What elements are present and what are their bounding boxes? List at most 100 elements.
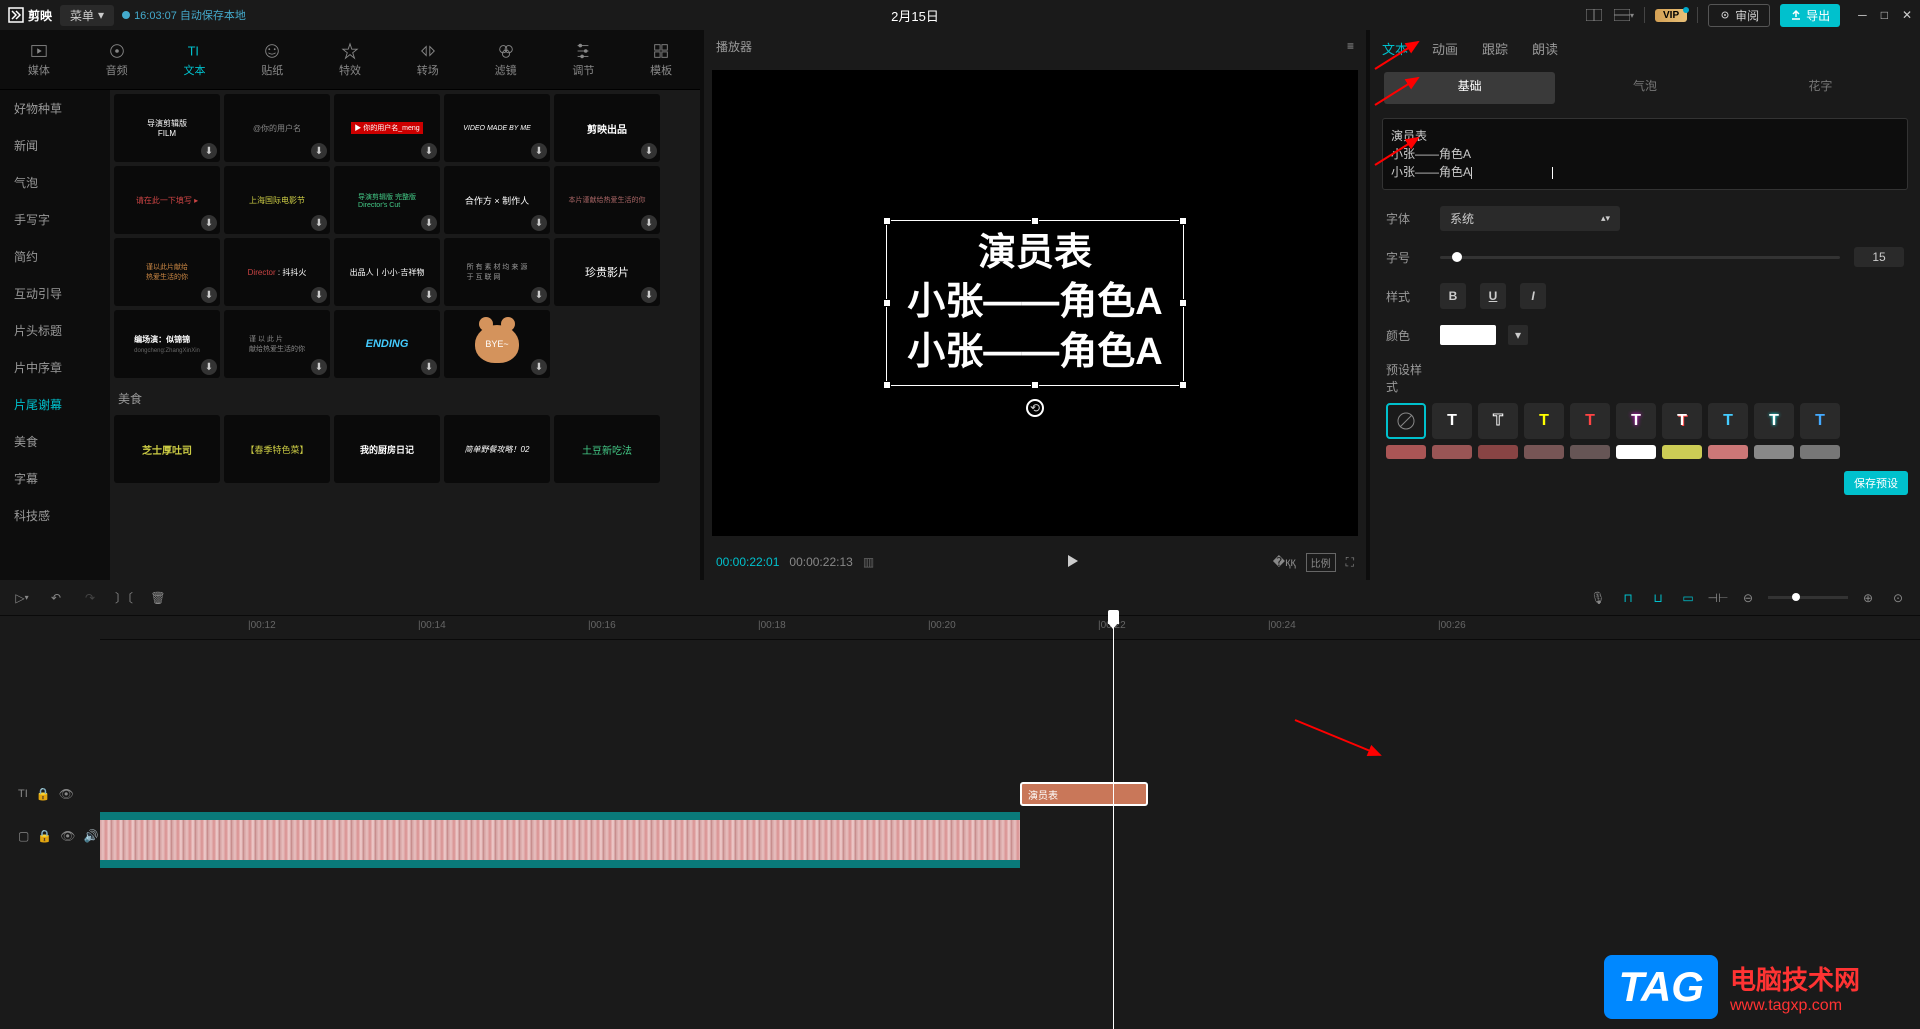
text-selection-box[interactable]: 演员表 小张——角色A 小张——角色A ⟲ <box>886 220 1183 386</box>
pointer-tool[interactable]: ▷▾ <box>12 588 32 608</box>
sidebar-item[interactable]: 新闻 <box>0 127 110 164</box>
fullscreen-icon[interactable]: ⛶ <box>1346 555 1354 570</box>
minimize-icon[interactable]: ─ <box>1858 8 1867 22</box>
template-thumb[interactable]: 本片谨献给热爱生活的你⬇ <box>554 166 660 234</box>
sidebar-item[interactable]: 简约 <box>0 238 110 275</box>
tab-adjust[interactable]: 调节 <box>544 30 622 89</box>
template-thumb[interactable]: BYE~⬇ <box>444 310 550 378</box>
template-thumb[interactable]: Director : 抖抖火⬇ <box>224 238 330 306</box>
lock-icon[interactable]: 🔒 <box>36 787 51 801</box>
template-thumb[interactable]: 【春季特色菜】 <box>224 415 330 483</box>
template-thumb[interactable]: 剪映出品⬇ <box>554 94 660 162</box>
sidebar-item[interactable]: 美食 <box>0 423 110 460</box>
sidebar-item[interactable]: 片尾谢幕 <box>0 386 110 423</box>
delete-tool[interactable]: 🗑 <box>148 588 168 608</box>
subtab-fancy[interactable]: 花字 <box>1735 72 1906 104</box>
preview-icon[interactable]: ▭ <box>1678 588 1698 608</box>
download-icon[interactable]: ⬇ <box>531 143 547 159</box>
template-thumb[interactable]: 谨 以 此 片献给热爱生活的你⬇ <box>224 310 330 378</box>
tab-effect[interactable]: 特效 <box>311 30 389 89</box>
player-menu-icon[interactable]: ≡ <box>1347 39 1354 53</box>
zoom-slider[interactable] <box>1768 596 1848 599</box>
tab-template[interactable]: 模板 <box>622 30 700 89</box>
preset-bg[interactable] <box>1754 445 1794 459</box>
split-tool[interactable]: 〕〔 <box>114 588 134 608</box>
download-icon[interactable]: ⬇ <box>201 215 217 231</box>
template-thumb[interactable]: 谨以此片献给热爱生活的你⬇ <box>114 238 220 306</box>
download-icon[interactable]: ⬇ <box>641 143 657 159</box>
font-select[interactable]: 系统 ▴▾ <box>1440 206 1620 231</box>
sidebar-item[interactable]: 片头标题 <box>0 312 110 349</box>
subtab-basic[interactable]: 基础 <box>1384 72 1555 104</box>
download-icon[interactable]: ⬇ <box>201 143 217 159</box>
preset-bg[interactable] <box>1708 445 1748 459</box>
preset-style[interactable]: T <box>1800 403 1840 439</box>
template-thumb[interactable]: 请在此一下填写 ▸⬇ <box>114 166 220 234</box>
size-input[interactable]: 15 <box>1854 247 1904 267</box>
tab-sticker[interactable]: 贴纸 <box>233 30 311 89</box>
download-icon[interactable]: ⬇ <box>531 215 547 231</box>
download-icon[interactable]: ⬇ <box>201 359 217 375</box>
sidebar-item[interactable]: 气泡 <box>0 164 110 201</box>
preset-style[interactable]: T <box>1432 403 1472 439</box>
preset-none[interactable] <box>1386 403 1426 439</box>
tab-text[interactable]: TI文本 <box>156 30 234 89</box>
tab-read[interactable]: 朗读 <box>1532 31 1558 66</box>
preset-bg[interactable] <box>1662 445 1702 459</box>
preset-style[interactable]: T <box>1524 403 1564 439</box>
playhead[interactable] <box>1113 616 1114 1029</box>
preset-style[interactable]: T <box>1478 403 1518 439</box>
template-thumb[interactable]: 我的厨房日记 <box>334 415 440 483</box>
template-thumb[interactable]: 珍贵影片⬇ <box>554 238 660 306</box>
preset-style[interactable]: T <box>1754 403 1794 439</box>
template-thumb[interactable]: VIDEO MADE BY ME⬇ <box>444 94 550 162</box>
template-thumb[interactable]: 上海国际电影节⬇ <box>224 166 330 234</box>
tab-tracking[interactable]: 跟踪 <box>1482 31 1508 66</box>
preset-style[interactable]: T <box>1708 403 1748 439</box>
download-icon[interactable]: ⬇ <box>531 359 547 375</box>
preset-bg[interactable] <box>1478 445 1518 459</box>
menu-button[interactable]: 菜单 ▾ <box>60 5 114 26</box>
template-thumb[interactable]: 编场演：似锦锦dongcheng:ZhangXinXin⬇ <box>114 310 220 378</box>
play-button[interactable] <box>884 554 1263 571</box>
template-thumb[interactable]: 合作方 × 制作人⬇ <box>444 166 550 234</box>
download-icon[interactable]: ⬇ <box>421 215 437 231</box>
ratio-button[interactable]: 比例 <box>1306 553 1336 572</box>
text-content-input[interactable]: 演员表 小张——角色A 小张——角色A <box>1382 118 1908 190</box>
template-thumb[interactable]: @你的用户名⬇ <box>224 94 330 162</box>
tab-audio[interactable]: 音频 <box>78 30 156 89</box>
player-canvas[interactable]: 演员表 小张——角色A 小张——角色A ⟲ <box>712 70 1358 536</box>
preset-style[interactable]: T <box>1616 403 1656 439</box>
mic-icon[interactable]: 🎙 <box>1588 588 1608 608</box>
undo-button[interactable]: ↶ <box>46 588 66 608</box>
fit-icon[interactable]: ⊙ <box>1888 588 1908 608</box>
tab-filter[interactable]: 滤镜 <box>467 30 545 89</box>
preset-style[interactable]: T <box>1662 403 1702 439</box>
project-title[interactable]: 2月15日 <box>254 6 1576 25</box>
download-icon[interactable]: ⬇ <box>421 143 437 159</box>
mute-icon[interactable]: 🔊 <box>84 829 99 843</box>
preset-bg[interactable] <box>1570 445 1610 459</box>
ratio-icon[interactable]: ▥ <box>863 555 874 569</box>
template-thumb[interactable]: 出品人丨小小·吉祥物⬇ <box>334 238 440 306</box>
eye-icon[interactable]: 👁 <box>59 787 74 801</box>
download-icon[interactable]: ⬇ <box>311 215 327 231</box>
template-thumb[interactable]: ▶ 你的用户名_meng⬇ <box>334 94 440 162</box>
scan-icon[interactable]: �ққ <box>1273 555 1296 569</box>
align-icon[interactable]: ⊣⊢ <box>1708 588 1728 608</box>
download-icon[interactable]: ⬇ <box>201 287 217 303</box>
zoom-out-icon[interactable]: ⊖ <box>1738 588 1758 608</box>
subtab-bubble[interactable]: 气泡 <box>1559 72 1730 104</box>
sidebar-item[interactable]: 好物种草 <box>0 90 110 127</box>
download-icon[interactable]: ⬇ <box>531 287 547 303</box>
lock-icon[interactable]: 🔒 <box>37 829 52 843</box>
size-slider[interactable] <box>1440 256 1840 259</box>
template-thumb[interactable]: 导演剪辑版FILM⬇ <box>114 94 220 162</box>
download-icon[interactable]: ⬇ <box>421 359 437 375</box>
preset-bg[interactable] <box>1616 445 1656 459</box>
template-thumb[interactable]: 简单野餐攻略！02 <box>444 415 550 483</box>
color-expand-button[interactable]: ▾ <box>1508 325 1528 345</box>
preset-bg[interactable] <box>1432 445 1472 459</box>
rotate-handle-icon[interactable]: ⟲ <box>1026 399 1044 417</box>
video-track-icon[interactable]: ▢ <box>18 829 29 843</box>
